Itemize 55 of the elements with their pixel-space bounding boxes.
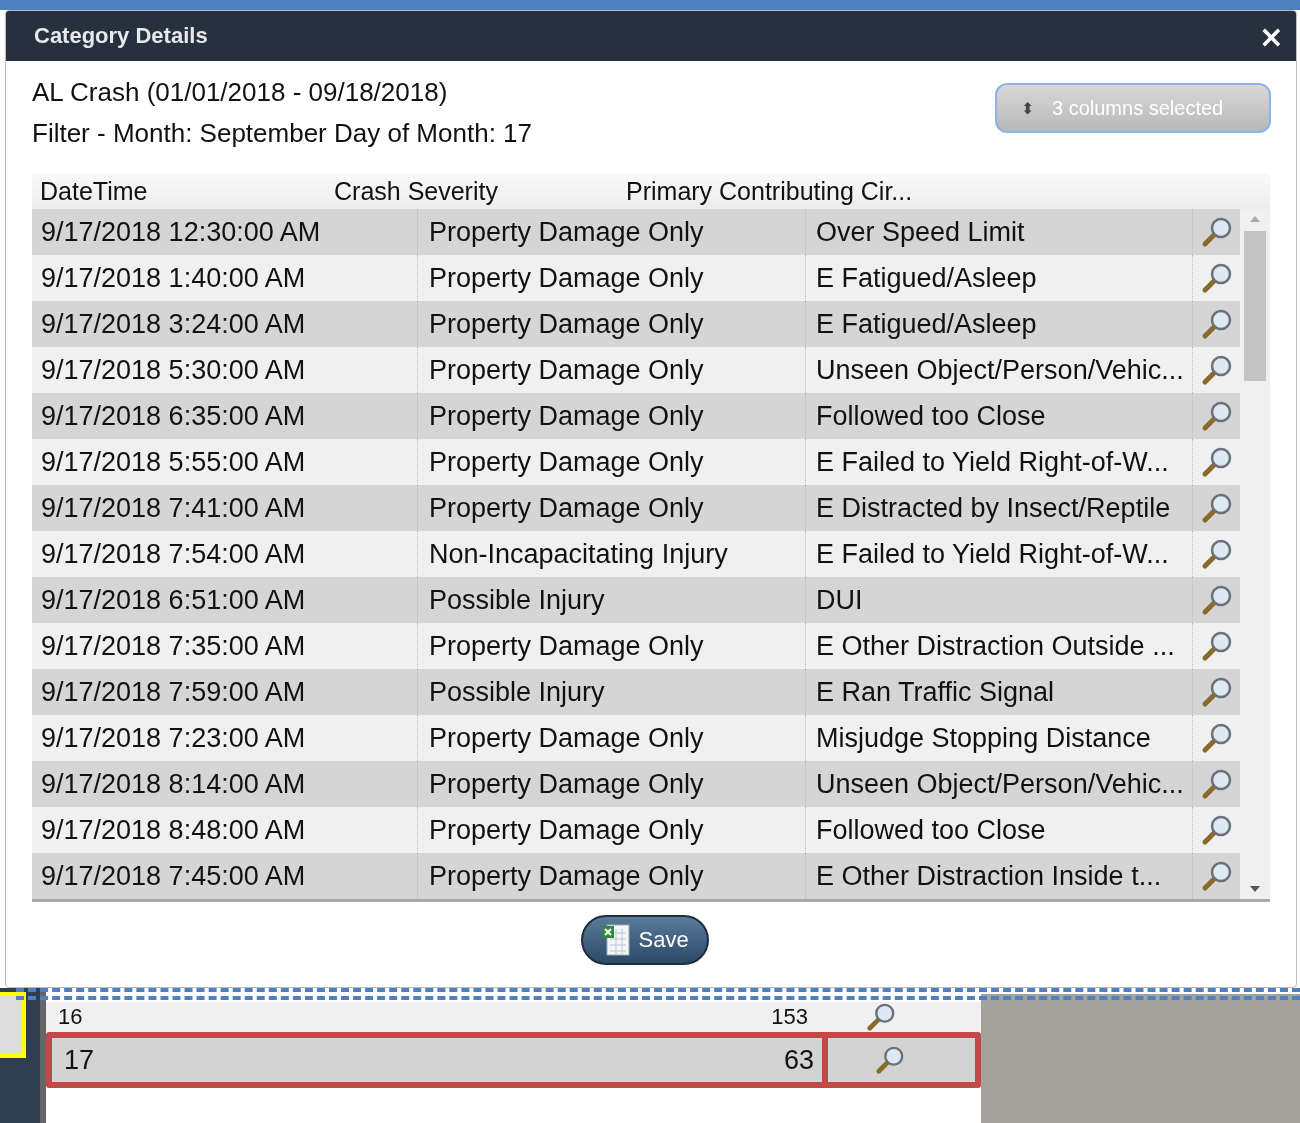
magnifier-icon[interactable] (1200, 354, 1233, 386)
column-picker[interactable]: ⬍ 3 columns selected (995, 83, 1271, 133)
column-header[interactable]: Primary Contributing Cir... (626, 176, 913, 206)
table-row[interactable]: 9/17/2018 1:40:00 AM Property Damage Only E Fatigued/Asleep (32, 255, 1240, 301)
scrollbar[interactable] (1240, 209, 1270, 899)
table-row[interactable]: 16 153 (46, 1002, 981, 1032)
table-row[interactable]: 9/17/2018 5:55:00 AM Property Damage Only E Failed to Yield Right-of-W... (32, 439, 1240, 485)
filter-text: Filter - Month: September Day of Month: 17 (32, 118, 532, 149)
close-button[interactable]: × (1258, 18, 1284, 54)
magnifier-icon[interactable] (1200, 584, 1233, 616)
table-row[interactable]: 9/17/2018 7:23:00 AM Property Damage Only Misjudge Stopping Distance (32, 715, 1240, 761)
magnifier-icon[interactable] (1200, 446, 1233, 478)
table-cell: E Other Distraction Inside t... (806, 853, 1193, 899)
magnifier-icon[interactable] (1200, 216, 1233, 248)
table-row[interactable]: 9/17/2018 6:51:00 AM Possible Injury DUI (32, 577, 1240, 623)
magnifier-icon[interactable] (1200, 722, 1233, 754)
window-title: Category Details (34, 23, 208, 49)
magnifier-icon[interactable] (1200, 538, 1233, 570)
table-row[interactable]: 9/17/2018 8:48:00 AM Property Damage Only Followed too Close (32, 807, 1240, 853)
table-cell-text: 63 (782, 1044, 815, 1076)
table-cell-text: 153 (770, 1004, 809, 1030)
highlight-frame (0, 992, 26, 1058)
table-cell-text: 16 (57, 1004, 84, 1030)
table-row[interactable]: 9/17/2018 7:41:00 AM Property Damage Only E Distracted by Insect/Reptile (32, 485, 1240, 531)
magnifier-icon[interactable] (1200, 400, 1233, 432)
table-row[interactable]: 17 63 (46, 1032, 981, 1088)
table-row[interactable]: 9/17/2018 5:30:00 AM Property Damage Only Unseen Object/Person/Vehic... (32, 347, 1240, 393)
table-row[interactable]: 9/17/2018 7:35:00 AM Property Damage Only E Other Distraction Outside ... (32, 623, 1240, 669)
magnifier-icon[interactable] (1200, 814, 1233, 846)
magnifier-icon[interactable] (1200, 860, 1233, 892)
column-header[interactable]: DateTime (32, 176, 334, 206)
table-cell: Property Damage Only (418, 853, 806, 899)
table-row[interactable]: 9/17/2018 7:59:00 AM Possible Injury E Ran Traffic Signal (32, 669, 1240, 715)
table-cell: 9/17/2018 7:45:00 AM (32, 853, 418, 899)
magnifier-icon[interactable] (1200, 630, 1233, 662)
table-row[interactable]: 9/17/2018 7:54:00 AM Non-Incapacitating Injury E Failed to Yield Right-of-W... (32, 531, 1240, 577)
save-button[interactable]: Save (580, 915, 709, 965)
table-row[interactable]: 9/17/2018 6:35:00 AM Property Damage Only Followed too Close (32, 393, 1240, 439)
magnifier-icon[interactable] (1200, 676, 1233, 708)
table-row[interactable]: 9/17/2018 12:30:00 AM Property Damage Only Over Speed Limit (32, 209, 1240, 255)
table-row[interactable]: 9/17/2018 3:24:00 AM Property Damage Only E Fatigued/Asleep (32, 301, 1240, 347)
magnifier-icon[interactable] (1200, 492, 1233, 524)
table-row[interactable]: 9/17/2018 7:45:00 AM Property Damage Only E Other Distraction Inside t... (32, 853, 1240, 899)
scroll-down-icon[interactable] (1249, 885, 1261, 893)
column-header[interactable]: Crash Severity (334, 176, 626, 206)
magnifier-icon[interactable] (875, 1045, 905, 1075)
magnifier-icon[interactable] (1200, 308, 1233, 340)
report-heading: AL Crash (01/01/2018 - 09/18/2018) (32, 77, 449, 108)
scroll-thumb[interactable] (1244, 231, 1266, 381)
table-row[interactable]: 9/17/2018 8:14:00 AM Property Damage Only Unseen Object/Person/Vehic... (32, 761, 1240, 807)
table-cell-text: 17 (63, 1044, 96, 1076)
magnifier-icon[interactable] (866, 1002, 896, 1032)
magnifier-icon[interactable] (1200, 768, 1233, 800)
spreadsheet-icon (600, 923, 631, 957)
magnifier-icon[interactable] (1200, 262, 1233, 294)
